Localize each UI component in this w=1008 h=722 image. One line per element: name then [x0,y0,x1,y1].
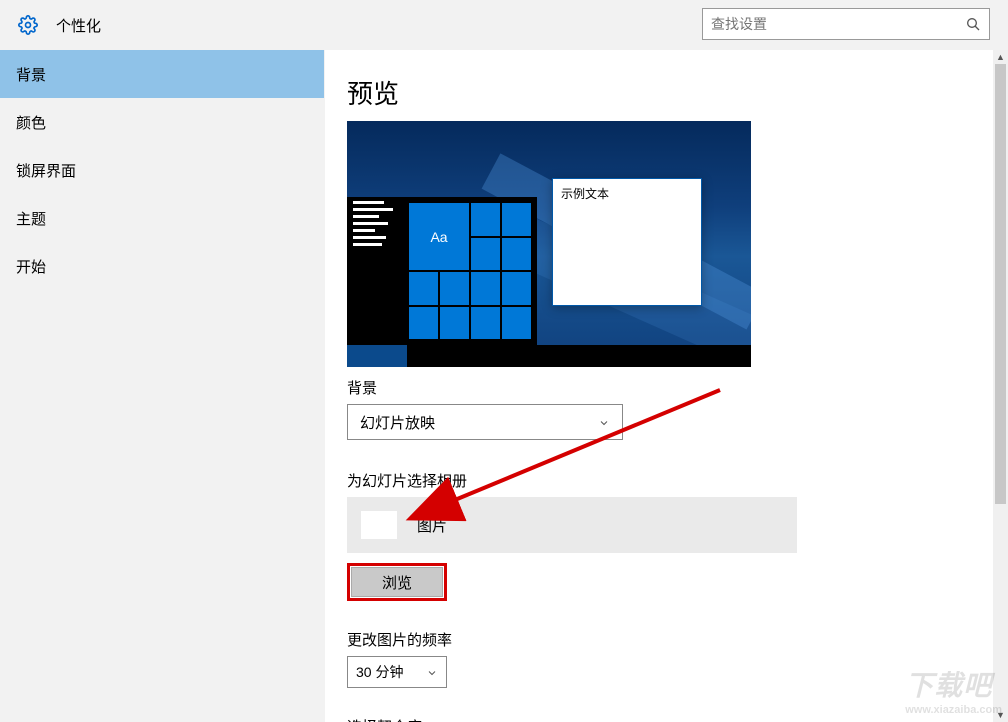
preview-sample-text: 示例文本 [553,179,701,208]
frequency-dropdown[interactable]: 30 分钟 [347,656,447,688]
frequency-dropdown-value: 30 分钟 [356,662,403,682]
header: 个性化 [0,0,1008,50]
preview-start-tiles: Aa [403,197,537,345]
search-icon [965,16,981,32]
sidebar-item-themes[interactable]: 主题 [0,194,324,242]
preview-taskbar [347,345,751,367]
gear-icon [18,15,38,35]
album-name: 图片 [417,515,447,536]
desktop-preview: 示例文本 Aa [347,121,751,367]
preview-start-menu: Aa [347,197,537,345]
preview-start-list [347,197,403,345]
sidebar-item-label: 主题 [16,208,46,229]
album-thumbnail [361,511,397,539]
content-area: 预览 示例文本 Aa [325,50,1008,722]
vertical-scrollbar[interactable]: ▲ ▼ [993,50,1008,722]
sidebar-item-start[interactable]: 开始 [0,242,324,290]
browse-button[interactable]: 浏览 [351,567,443,597]
page-title: 个性化 [56,15,101,36]
album-label: 为幻灯片选择相册 [347,470,986,491]
search-input[interactable] [711,16,965,32]
scroll-up-icon[interactable]: ▲ [993,50,1008,64]
sidebar-item-label: 锁屏界面 [16,160,76,181]
sidebar-item-colors[interactable]: 颜色 [0,98,324,146]
fit-label: 选择契合度 [347,716,986,722]
sidebar: 背景 颜色 锁屏界面 主题 开始 [0,50,325,722]
scrollbar-thumb[interactable] [995,64,1006,504]
sidebar-item-label: 开始 [16,256,46,277]
chevron-down-icon [598,416,610,428]
chevron-down-icon [426,666,438,678]
scroll-down-icon[interactable]: ▼ [993,708,1008,722]
preview-sample-window: 示例文本 [552,178,702,306]
sidebar-item-lockscreen[interactable]: 锁屏界面 [0,146,324,194]
sidebar-item-label: 颜色 [16,112,46,133]
preview-heading: 预览 [347,74,986,111]
browse-highlight-box: 浏览 [347,563,447,601]
sidebar-item-background[interactable]: 背景 [0,50,324,98]
background-dropdown-value: 幻灯片放映 [360,412,435,433]
background-dropdown[interactable]: 幻灯片放映 [347,404,623,440]
frequency-label: 更改图片的频率 [347,629,986,650]
preview-accent-tile: Aa [409,203,469,270]
background-label: 背景 [347,377,986,398]
search-box[interactable] [702,8,990,40]
album-row[interactable]: 图片 [347,497,797,553]
sidebar-item-label: 背景 [16,64,46,85]
preview-taskbar-accent [347,345,407,367]
